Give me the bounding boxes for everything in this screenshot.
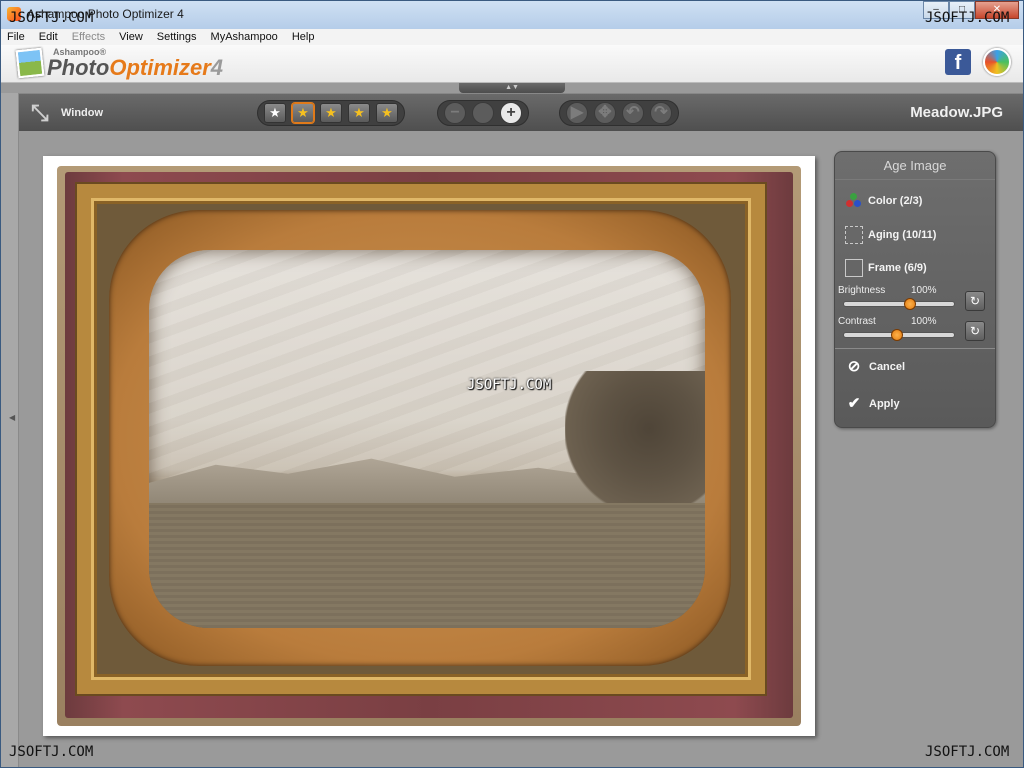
current-filename: Meadow.JPG <box>910 104 1003 121</box>
menu-myashampoo[interactable]: MyAshampoo <box>211 31 278 43</box>
photo-field <box>149 503 705 628</box>
redo-button[interactable]: ↷ <box>650 102 672 124</box>
age-image-panel: Age Image Color (2/3) Aging (10/11) Fram… <box>834 151 996 428</box>
color-option-label: Color (2/3) <box>868 195 923 207</box>
watermark-bottom-right: JSOFTJ.COM <box>925 744 1010 760</box>
apply-button[interactable]: ✔ Apply <box>845 395 900 413</box>
meadow-photo <box>149 250 705 628</box>
image-preview[interactable] <box>43 156 815 736</box>
rating-2-star-button[interactable]: ★ <box>292 103 314 123</box>
app-window: Ashampoo Photo Optimizer 4 – □ ✕ JSOFTJ.… <box>0 0 1024 768</box>
contrast-slider-handle[interactable] <box>890 329 903 341</box>
zoom-in-button[interactable]: + <box>500 102 522 124</box>
window-mode-button[interactable]: ⤡ Window <box>31 100 103 126</box>
menu-help[interactable]: Help <box>292 31 315 43</box>
expand-left-icon[interactable]: ◀ <box>9 413 15 431</box>
cancel-button[interactable]: ⊘ Cancel <box>845 358 905 376</box>
contrast-value: 100% <box>911 316 937 327</box>
panel-title: Age Image <box>835 158 995 180</box>
frame-icon <box>845 259 863 277</box>
watermark-bottom-left: JSOFTJ.COM <box>9 744 94 760</box>
watermark-top-right: JSOFTJ.COM <box>925 10 1010 26</box>
frame-option-label: Frame (6/9) <box>868 262 927 274</box>
aging-option-label: Aging (10/11) <box>868 229 937 241</box>
menu-effects[interactable]: Effects <box>72 31 105 43</box>
apply-label: Apply <box>869 398 900 410</box>
zoom-fit-button[interactable] <box>472 102 494 124</box>
aging-icon <box>845 226 863 244</box>
zoom-group: − + <box>437 100 529 126</box>
window-arrows-icon: ⤡ <box>31 100 49 125</box>
brightness-slider[interactable] <box>843 298 955 310</box>
contrast-reset-button[interactable]: ↻ <box>965 321 985 341</box>
next-image-button[interactable]: ▶ <box>566 102 588 124</box>
undo-button[interactable]: ↶ <box>622 102 644 124</box>
menu-file[interactable]: File <box>7 31 25 43</box>
contrast-label: Contrast <box>838 316 876 327</box>
color-dots-icon <box>845 192 863 210</box>
brightness-value: 100% <box>911 285 937 296</box>
panel-divider <box>835 348 995 349</box>
brightness-reset-button[interactable]: ↻ <box>965 291 985 311</box>
brand-photo: Photo <box>47 55 110 80</box>
brightness-label: Brightness <box>838 285 886 296</box>
menu-settings[interactable]: Settings <box>157 31 197 43</box>
rating-4-star-button[interactable]: ★ <box>348 103 370 123</box>
color-option[interactable]: Color (2/3) <box>845 192 922 210</box>
zoom-out-button[interactable]: − <box>444 102 466 124</box>
aged-card-backing <box>57 166 801 726</box>
menu-view[interactable]: View <box>119 31 143 43</box>
rating-5-star-button[interactable]: ★ <box>376 103 398 123</box>
cancel-icon: ⊘ <box>847 358 861 375</box>
rating-3-star-button[interactable]: ★ <box>320 103 342 123</box>
brightness-slider-handle[interactable] <box>904 298 916 310</box>
contrast-slider[interactable] <box>843 329 955 341</box>
aging-option[interactable]: Aging (10/11) <box>845 226 936 244</box>
rating-1-star-button[interactable]: ★ <box>264 103 286 123</box>
photo-trees <box>565 370 705 515</box>
ashampoo-icon[interactable] <box>983 48 1011 76</box>
frame-option[interactable]: Frame (6/9) <box>845 259 927 277</box>
cancel-label: Cancel <box>869 361 906 373</box>
brand-optimizer: Optimizer <box>109 55 211 80</box>
window-mode-label: Window <box>61 107 104 119</box>
brand-header: Ashampoo® PhotoOptimizer4 f <box>1 45 1023 83</box>
left-panel-rail: ◀ <box>1 93 19 767</box>
watermark-center: JSOFTJ.COM <box>467 377 552 393</box>
brand-version: 4 <box>210 55 224 80</box>
navigation-group: ▶ ✥ ↶ ↷ <box>559 100 679 126</box>
menu-edit[interactable]: Edit <box>39 31 58 43</box>
move-tool-button[interactable]: ✥ <box>594 102 616 124</box>
watermark-top-left: JSOFTJ.COM <box>9 10 94 26</box>
menu-bar: File Edit Effects View Settings MyAshamp… <box>1 29 1023 45</box>
brand-logo: PhotoOptimizer4 <box>47 55 223 81</box>
toolbar: ⤡ Window ★ ★ ★ ★ ★ − + ▶ ✥ ↶ ↷ Meadow.JP… <box>19 93 1023 131</box>
rating-group: ★ ★ ★ ★ ★ <box>257 100 405 126</box>
facebook-icon[interactable]: f <box>945 49 971 75</box>
title-bar[interactable]: Ashampoo Photo Optimizer 4 – □ ✕ <box>1 1 1023 29</box>
photo-logo-icon <box>15 47 45 79</box>
checkmark-icon: ✔ <box>847 395 861 412</box>
collapse-header-handle[interactable]: ▲▼ <box>459 83 565 93</box>
